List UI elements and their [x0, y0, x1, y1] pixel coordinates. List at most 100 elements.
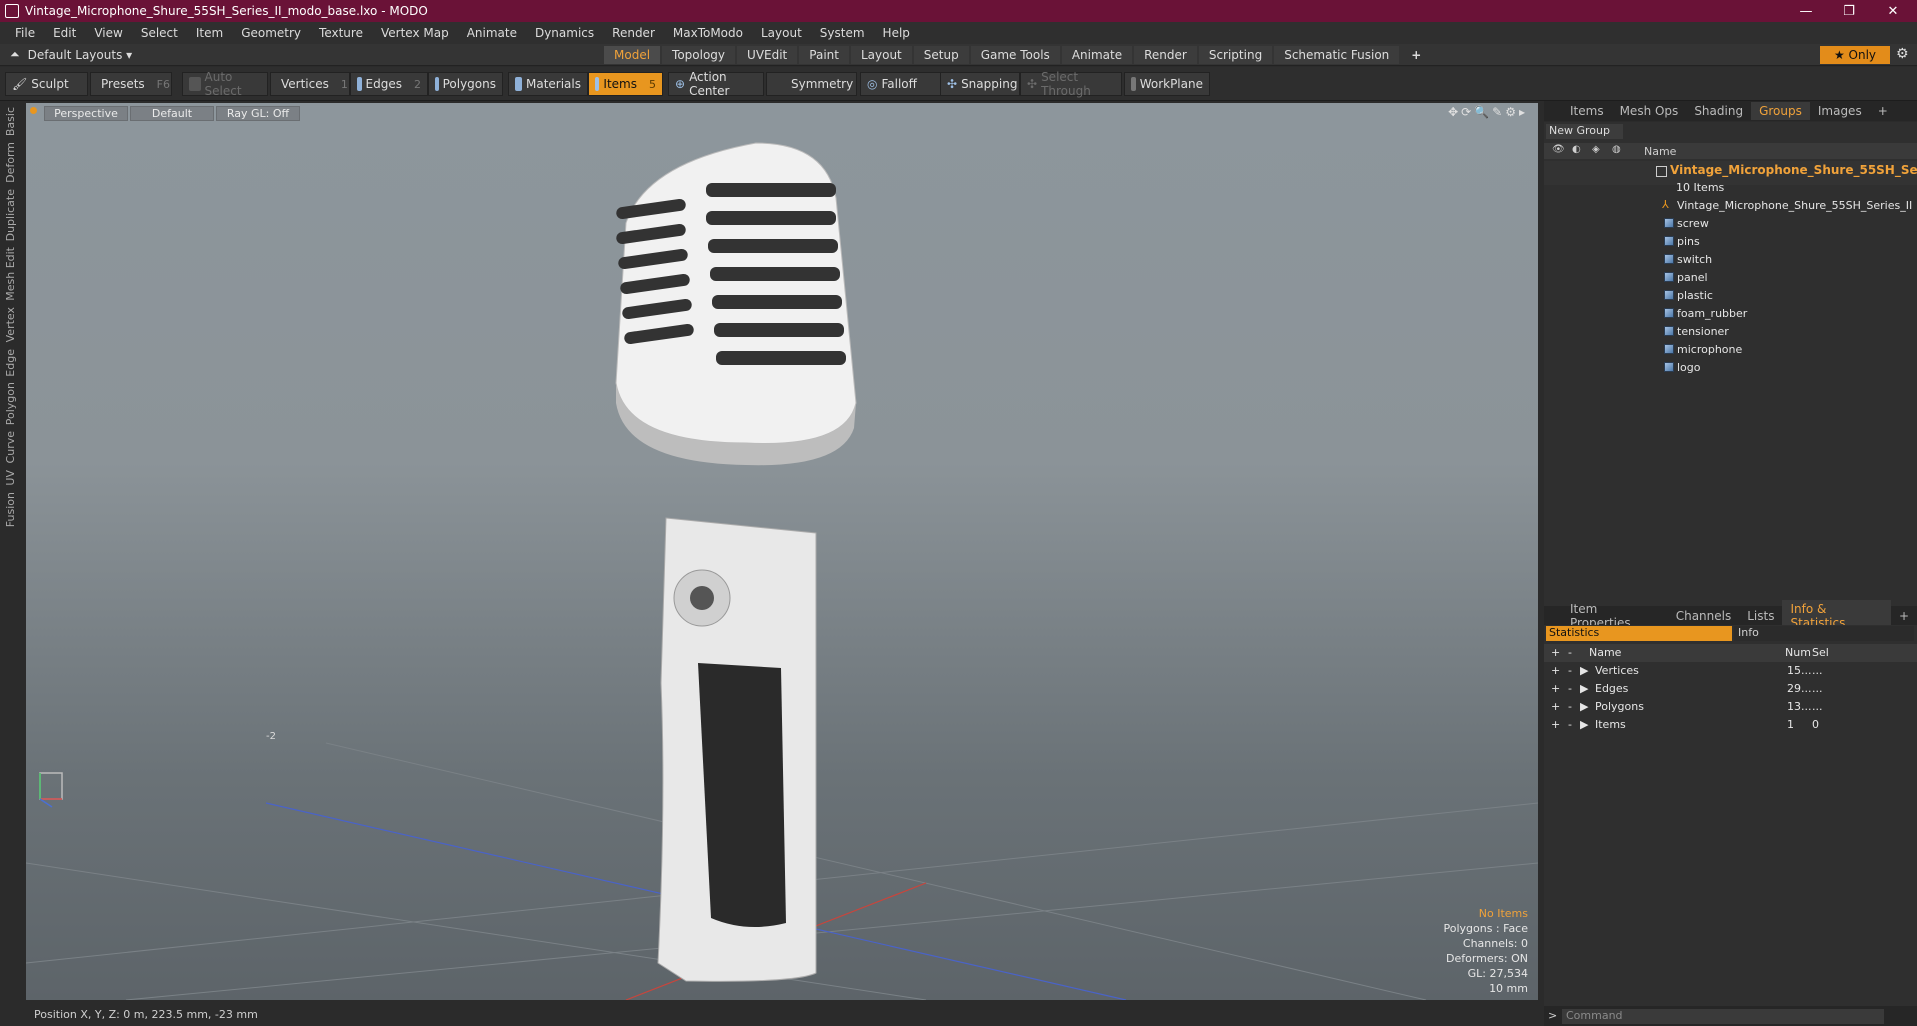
- table-row[interactable]: + - ▶ Polygons 13......: [1544, 698, 1917, 716]
- select-through-button[interactable]: ✣ Select Through: [1020, 70, 1122, 98]
- expand-arrow-icon[interactable]: ▶: [1580, 718, 1588, 731]
- tab-scripting[interactable]: Scripting: [1198, 46, 1273, 64]
- menu-select[interactable]: Select: [132, 26, 187, 40]
- close-button[interactable]: ✕: [1873, 0, 1913, 22]
- remove-icon[interactable]: -: [1568, 700, 1572, 713]
- list-item[interactable]: logo: [1544, 359, 1917, 377]
- remove-icon[interactable]: -: [1568, 664, 1572, 677]
- add-panel-tab-icon[interactable]: +: [1870, 102, 1896, 120]
- tab-deform[interactable]: Deform: [4, 142, 17, 183]
- tab-layout[interactable]: Layout: [850, 46, 912, 64]
- add-tab-button[interactable]: +: [1401, 46, 1431, 64]
- list-item[interactable]: plastic: [1544, 287, 1917, 305]
- tab-statistics[interactable]: Statistics: [1546, 626, 1732, 641]
- sculpt-button[interactable]: 🖌 Sculpt: [5, 72, 88, 96]
- vertices-mode-button[interactable]: Vertices 1: [270, 72, 350, 96]
- expand-arrow-icon[interactable]: ▶: [1580, 700, 1588, 713]
- 3d-viewport[interactable]: Perspective Default Ray GL: Off ✥⟳🔍✎⚙▸ -…: [26, 103, 1538, 1000]
- remove-icon[interactable]: -: [1568, 718, 1572, 731]
- add-icon[interactable]: +: [1551, 718, 1560, 731]
- tab-basic[interactable]: Basic: [4, 107, 17, 136]
- edges-mode-button[interactable]: Edges 2: [350, 72, 428, 96]
- list-item[interactable]: pins: [1544, 233, 1917, 251]
- list-item[interactable]: panel: [1544, 269, 1917, 287]
- symmetry-button[interactable]: Symmetry: [766, 72, 857, 96]
- list-item[interactable]: ⅄ Vintage_Microphone_Shure_55SH_Series_II: [1544, 197, 1917, 215]
- add-panel-tab-icon[interactable]: +: [1891, 607, 1917, 625]
- tab-images[interactable]: Images: [1810, 102, 1870, 120]
- tab-animate[interactable]: Animate: [1061, 46, 1133, 64]
- remove-icon[interactable]: -: [1568, 682, 1572, 695]
- tab-paint[interactable]: Paint: [799, 46, 849, 64]
- add-icon[interactable]: +: [1551, 664, 1560, 677]
- tab-polygon[interactable]: Polygon: [4, 382, 17, 425]
- menu-texture[interactable]: Texture: [310, 26, 372, 40]
- default-layouts-dropdown[interactable]: Default Layouts ▾: [28, 48, 133, 62]
- lock-column-icon[interactable]: ◐: [1572, 144, 1581, 155]
- menu-edit[interactable]: Edit: [44, 26, 85, 40]
- menu-file[interactable]: File: [6, 26, 44, 40]
- tab-fusion[interactable]: Fusion: [4, 492, 17, 527]
- table-row[interactable]: + - ▶ Items 1 0: [1544, 716, 1917, 734]
- add-icon[interactable]: +: [1551, 700, 1560, 713]
- tab-vertex[interactable]: Vertex: [4, 307, 17, 342]
- tab-model[interactable]: Model: [604, 46, 661, 64]
- snapping-button[interactable]: ✣ Snapping: [940, 72, 1020, 96]
- tab-lists[interactable]: Lists: [1739, 607, 1782, 625]
- materials-mode-button[interactable]: Materials: [508, 72, 588, 96]
- settings-gear-icon[interactable]: ⚙: [1896, 46, 1909, 62]
- list-item[interactable]: screw: [1544, 215, 1917, 233]
- falloff-button[interactable]: ◎ Falloff: [860, 72, 944, 96]
- tab-info[interactable]: Info: [1734, 626, 1914, 641]
- tab-game-tools[interactable]: Game Tools: [970, 46, 1060, 64]
- expand-arrow-icon[interactable]: ▶: [1580, 664, 1588, 677]
- tab-render[interactable]: Render: [1134, 46, 1197, 64]
- table-row[interactable]: + - ▶ Vertices 15......: [1544, 662, 1917, 680]
- menu-help[interactable]: Help: [874, 26, 919, 40]
- command-input[interactable]: Command: [1562, 1009, 1884, 1024]
- render-column-icon[interactable]: ◈: [1592, 144, 1600, 155]
- menu-view[interactable]: View: [85, 26, 131, 40]
- expand-all-icon[interactable]: +: [1551, 646, 1560, 659]
- tab-channels[interactable]: Channels: [1668, 607, 1740, 625]
- tab-shading[interactable]: Shading: [1686, 102, 1751, 120]
- list-item[interactable]: microphone: [1544, 341, 1917, 359]
- tab-setup[interactable]: Setup: [913, 46, 969, 64]
- menu-layout[interactable]: Layout: [752, 26, 811, 40]
- select-column-icon[interactable]: ◍: [1612, 144, 1621, 155]
- menu-system[interactable]: System: [811, 26, 874, 40]
- add-icon[interactable]: +: [1551, 682, 1560, 695]
- auto-select-button[interactable]: Auto Select: [182, 70, 268, 98]
- layout-collapse-icon[interactable]: ⏶: [10, 47, 20, 62]
- menu-dynamics[interactable]: Dynamics: [526, 26, 603, 40]
- table-row[interactable]: + - ▶ Edges 29......: [1544, 680, 1917, 698]
- tab-edge[interactable]: Edge: [4, 349, 17, 377]
- tab-groups[interactable]: Groups: [1751, 102, 1810, 120]
- list-item[interactable]: switch: [1544, 251, 1917, 269]
- maximize-button[interactable]: ❐: [1829, 0, 1869, 22]
- tab-uvedit[interactable]: UVEdit: [737, 46, 798, 64]
- expand-arrow-icon[interactable]: ▶: [1580, 682, 1588, 695]
- collapse-all-icon[interactable]: -: [1568, 646, 1572, 659]
- tab-uv[interactable]: UV: [4, 470, 17, 486]
- menu-render[interactable]: Render: [603, 26, 664, 40]
- menu-animate[interactable]: Animate: [458, 26, 526, 40]
- menu-vertex-map[interactable]: Vertex Map: [372, 26, 458, 40]
- presets-button[interactable]: Presets F6: [90, 72, 172, 96]
- menu-maxtomodo[interactable]: MaxToModo: [664, 26, 752, 40]
- polygons-mode-button[interactable]: Polygons: [428, 72, 503, 96]
- minimize-button[interactable]: —: [1786, 0, 1826, 22]
- workplane-button[interactable]: WorkPlane: [1124, 72, 1210, 96]
- tab-curve[interactable]: Curve: [4, 431, 17, 463]
- only-toggle-button[interactable]: ★ Only: [1820, 46, 1890, 64]
- new-group-button[interactable]: New Group: [1546, 124, 1623, 139]
- action-center-button[interactable]: ⊕ Action Center: [668, 70, 764, 98]
- tab-mesh-ops[interactable]: Mesh Ops: [1612, 102, 1687, 120]
- list-item[interactable]: foam_rubber: [1544, 305, 1917, 323]
- menu-item[interactable]: Item: [187, 26, 232, 40]
- tab-mesh-edit[interactable]: Mesh Edit: [4, 247, 17, 301]
- tab-items[interactable]: Items: [1562, 102, 1612, 120]
- eye-column-icon[interactable]: 👁: [1552, 144, 1565, 155]
- menu-geometry[interactable]: Geometry: [232, 26, 310, 40]
- tab-duplicate[interactable]: Duplicate: [4, 189, 17, 241]
